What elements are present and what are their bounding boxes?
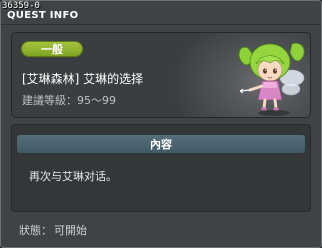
fairy-npc-icon bbox=[238, 42, 305, 116]
content-text: 再次与艾琳对话。 bbox=[29, 170, 117, 183]
quest-info-window: 36359-0 QUEST INFO 一般 [艾琳森林] 艾琳的选择 建議等級：… bbox=[0, 0, 322, 248]
quest-name: [艾琳森林] 艾琳的选择 bbox=[22, 72, 144, 86]
title-divider bbox=[1, 24, 321, 25]
content-header: 內容 bbox=[17, 135, 305, 153]
status-label: 狀態： bbox=[19, 224, 52, 237]
quest-header-panel: 一般 [艾琳森林] 艾琳的选择 建議等級：95～99 bbox=[11, 32, 311, 118]
level-label: 建議等級： bbox=[22, 94, 77, 107]
level-range: 95～99 bbox=[77, 94, 116, 107]
status-value: 可開始 bbox=[54, 224, 87, 237]
quest-content-panel: 內容 再次与艾琳对话。 bbox=[11, 124, 311, 212]
quest-status: 狀態： 可開始 bbox=[19, 222, 87, 238]
window-title[interactable]: QUEST INFO bbox=[7, 10, 78, 21]
quest-type-badge: 一般 bbox=[21, 41, 83, 57]
recommended-level: 建議等級：95～99 bbox=[22, 92, 116, 108]
